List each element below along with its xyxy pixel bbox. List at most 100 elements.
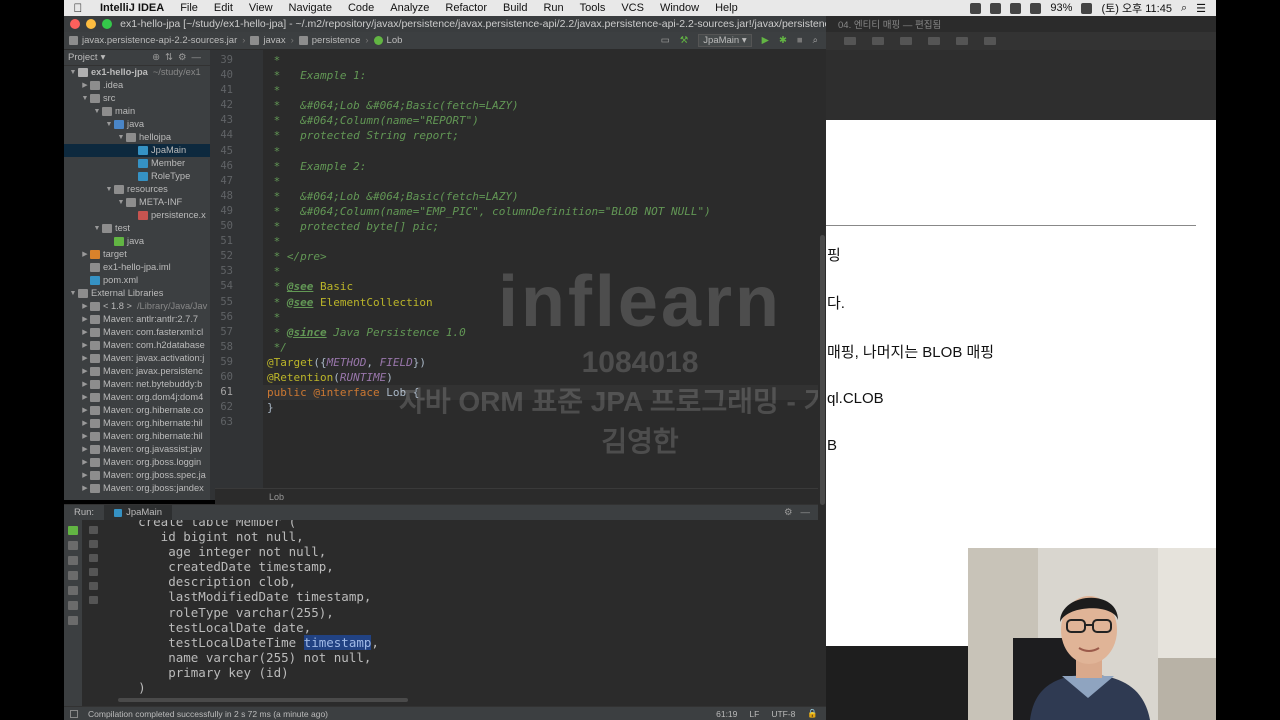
bluetooth-icon[interactable]: [1030, 2, 1042, 14]
line-separator[interactable]: LF: [749, 709, 759, 719]
input-source-icon[interactable]: [1081, 2, 1093, 14]
tree-item[interactable]: ▶ Maven: org.jboss.loggin: [64, 456, 210, 469]
tree-item[interactable]: ▼ META-INF: [64, 196, 210, 209]
tree-item[interactable]: ▶ Maven: org.dom4j:dom4: [64, 391, 210, 404]
minimize-window-button[interactable]: [86, 19, 96, 29]
code-line[interactable]: public @interface Lob {: [263, 385, 826, 401]
tree-item[interactable]: ▶ Maven: net.bytebuddy:b: [64, 378, 210, 391]
run-console[interactable]: create table Member ( id bigint not null…: [104, 520, 826, 706]
expand-arrow-icon[interactable]: ▶: [80, 300, 90, 313]
tree-item[interactable]: ▼ ex1-hello-jpa ~/study/ex1: [64, 66, 210, 79]
code-line[interactable]: *: [263, 144, 826, 159]
expand-arrow-icon[interactable]: ▶: [80, 482, 90, 495]
menu-item-help[interactable]: Help: [707, 2, 746, 14]
tree-item[interactable]: JpaMain: [64, 144, 210, 157]
expand-arrow-icon[interactable]: ▼: [116, 196, 126, 209]
tree-item[interactable]: ▶ Maven: org.hibernate:hil: [64, 430, 210, 443]
menu-item-tools[interactable]: Tools: [572, 2, 614, 14]
keynote-tool-icon[interactable]: [984, 37, 996, 45]
breadcrumb-persistence[interactable]: persistence: [294, 35, 366, 46]
code-line[interactable]: @Target({METHOD, FIELD}): [263, 355, 826, 370]
search-icon[interactable]: ⌕: [813, 35, 818, 46]
tree-item[interactable]: pom.xml: [64, 274, 210, 287]
expand-arrow-icon[interactable]: ▶: [80, 339, 90, 352]
app-menu[interactable]: IntelliJ IDEA: [92, 2, 172, 14]
keynote-tool-icon[interactable]: [956, 37, 968, 45]
expand-arrow-icon[interactable]: ▶: [80, 79, 90, 92]
tree-item[interactable]: ▼ java: [64, 118, 210, 131]
code-line[interactable]: */: [263, 340, 826, 355]
soft-wrap-icon[interactable]: [88, 554, 98, 562]
tree-item[interactable]: ▶ .idea: [64, 79, 210, 92]
tree-item[interactable]: ▶ Maven: antlr:antlr:2.7.7: [64, 313, 210, 326]
file-encoding[interactable]: UTF-8: [771, 709, 795, 719]
expand-arrow-icon[interactable]: ▶: [80, 417, 90, 430]
tree-item[interactable]: ▶ Maven: com.fasterxml:cl: [64, 326, 210, 339]
pause-icon[interactable]: [68, 556, 78, 565]
menu-item-code[interactable]: Code: [340, 2, 382, 14]
expand-arrow-icon[interactable]: ▼: [92, 222, 102, 235]
code-line[interactable]: * Example 1:: [263, 68, 826, 83]
expand-arrow-icon[interactable]: ▶: [80, 456, 90, 469]
wifi-icon[interactable]: [1010, 2, 1022, 14]
code-line[interactable]: * @see Basic: [263, 279, 826, 294]
menu-item-run[interactable]: Run: [535, 2, 571, 14]
tool-windows-icon[interactable]: [70, 709, 78, 718]
menu-item-analyze[interactable]: Analyze: [382, 2, 437, 14]
expand-arrow-icon[interactable]: ▶: [80, 469, 90, 482]
caret-position[interactable]: 61:19: [716, 709, 737, 719]
tree-item[interactable]: ▶ Maven: org.jboss:jandex: [64, 482, 210, 495]
snapshot-icon[interactable]: [68, 571, 78, 580]
tree-item[interactable]: ▼ test: [64, 222, 210, 235]
code-line[interactable]: * protected String report;: [263, 128, 826, 143]
project-view-select[interactable]: Project: [68, 52, 98, 63]
panel-settings-icon[interactable]: ⊕⇅⚙—: [152, 52, 210, 63]
breadcrumb-jar[interactable]: javax.persistence-api-2.2-sources.jar: [64, 35, 242, 46]
code-line[interactable]: * &#064;Column(name="REPORT"): [263, 113, 826, 128]
scrollbar-thumb[interactable]: [820, 235, 825, 505]
tree-item[interactable]: ▶ Maven: javax.activation:j: [64, 352, 210, 365]
menu-item-file[interactable]: File: [172, 2, 206, 14]
tree-item[interactable]: ▶ < 1.8 > /Library/Java/Jav: [64, 300, 210, 313]
tree-item[interactable]: ▼ External Libraries: [64, 287, 210, 300]
tree-item[interactable]: ▼ hellojpa: [64, 131, 210, 144]
code-line[interactable]: * @see ElementCollection: [263, 295, 826, 310]
keynote-tool-icon[interactable]: [900, 37, 912, 45]
tree-item[interactable]: ▶ Maven: org.javassist:jav: [64, 443, 210, 456]
code-line[interactable]: * Example 2:: [263, 159, 826, 174]
console-horizontal-scrollbar[interactable]: [104, 696, 826, 704]
code-line[interactable]: * protected byte[] pic;: [263, 219, 826, 234]
expand-arrow-icon[interactable]: ▶: [80, 404, 90, 417]
menu-item-refactor[interactable]: Refactor: [437, 2, 495, 14]
code-line[interactable]: @Retention(RUNTIME): [263, 370, 826, 385]
code-line[interactable]: * &#064;Lob &#064;Basic(fetch=LAZY): [263, 189, 826, 204]
bookmark-icon[interactable]: [990, 2, 1002, 14]
menu-icon[interactable]: ☰: [1196, 2, 1206, 15]
tree-item[interactable]: ▶ Maven: org.hibernate.co: [64, 404, 210, 417]
expand-arrow-icon[interactable]: ▼: [68, 287, 78, 300]
editor-vertical-scrollbar[interactable]: [818, 50, 826, 650]
expand-arrow-icon[interactable]: ▼: [104, 183, 114, 196]
tree-item[interactable]: Member: [64, 157, 210, 170]
project-structure-icon[interactable]: ▭: [661, 35, 670, 46]
code-line[interactable]: * </pre>: [263, 249, 826, 264]
tree-item[interactable]: ▶ target: [64, 248, 210, 261]
code-line[interactable]: *: [263, 234, 826, 249]
tree-item[interactable]: ▶ Maven: javax.persistenc: [64, 365, 210, 378]
menu-item-view[interactable]: View: [241, 2, 281, 14]
layout-icon[interactable]: [68, 601, 78, 610]
keynote-tool-icon[interactable]: [928, 37, 940, 45]
expand-arrow-icon[interactable]: ▼: [92, 105, 102, 118]
code-line[interactable]: *: [263, 310, 826, 325]
expand-arrow-icon[interactable]: ▼: [68, 66, 78, 79]
settings-icon[interactable]: [68, 586, 78, 595]
tree-item[interactable]: ▶ Maven: com.h2database: [64, 339, 210, 352]
expand-arrow-icon[interactable]: ▼: [104, 118, 114, 131]
run-icon[interactable]: ▶: [762, 35, 769, 46]
code-line[interactable]: *: [263, 264, 826, 279]
keynote-tool-icon[interactable]: [844, 37, 856, 45]
code-line[interactable]: *: [263, 174, 826, 189]
up-arrow-icon[interactable]: [88, 526, 98, 534]
tree-item[interactable]: ▼ main: [64, 105, 210, 118]
apple-icon[interactable]: : [64, 1, 92, 15]
